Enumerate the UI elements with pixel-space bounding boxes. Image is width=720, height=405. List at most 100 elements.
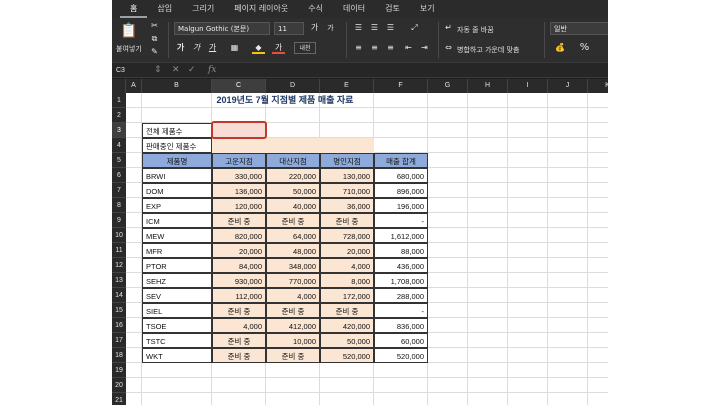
- table-cell[interactable]: 520,000: [320, 348, 374, 363]
- row-header-16[interactable]: 16: [112, 318, 126, 333]
- phonetic-button[interactable]: 내천: [294, 42, 316, 54]
- table-cell[interactable]: 4,000: [266, 288, 320, 303]
- table-cell[interactable]: 60,000: [374, 333, 428, 348]
- table-cell[interactable]: 64,000: [266, 228, 320, 243]
- row-header-12[interactable]: 12: [112, 258, 126, 273]
- row-header-10[interactable]: 10: [112, 228, 126, 243]
- align-left-icon[interactable]: ≡: [352, 42, 365, 54]
- row-header-17[interactable]: 17: [112, 333, 126, 348]
- name-box[interactable]: C3: [116, 65, 156, 76]
- cancel-icon[interactable]: ✕: [172, 64, 180, 77]
- table-cell[interactable]: 196,000: [374, 198, 428, 213]
- table-cell[interactable]: 112,000: [212, 288, 266, 303]
- table-cell[interactable]: 412,000: [266, 318, 320, 333]
- table-cell[interactable]: 930,000: [212, 273, 266, 288]
- row-header-7[interactable]: 7: [112, 183, 126, 198]
- table-cell[interactable]: 136,000: [212, 183, 266, 198]
- table-cell[interactable]: 준비 중: [212, 303, 266, 318]
- percent-style-button[interactable]: %: [578, 42, 591, 54]
- italic-button[interactable]: 가: [190, 42, 203, 54]
- cell-selling-e4[interactable]: [320, 138, 374, 153]
- table-cell[interactable]: 330,000: [212, 168, 266, 183]
- table-cell[interactable]: 준비 중: [266, 213, 320, 228]
- table-cell[interactable]: 준비 중: [320, 303, 374, 318]
- row-header-14[interactable]: 14: [112, 288, 126, 303]
- table-cell[interactable]: 120,000: [212, 198, 266, 213]
- wrap-text-button[interactable]: 자동 줄 바꿈: [457, 25, 494, 35]
- tab-0[interactable]: 홈: [120, 0, 148, 18]
- table-cell[interactable]: 520,000: [374, 348, 428, 363]
- table-cell[interactable]: 준비 중: [266, 348, 320, 363]
- table-cell[interactable]: 436,000: [374, 258, 428, 273]
- table-cell[interactable]: 88,000: [374, 243, 428, 258]
- row-header-18[interactable]: 18: [112, 348, 126, 363]
- table-cell[interactable]: 50,000: [320, 333, 374, 348]
- table-cell[interactable]: 348,000: [266, 258, 320, 273]
- tab-5[interactable]: 데이터: [333, 0, 375, 18]
- table-cell[interactable]: 172,000: [320, 288, 374, 303]
- cell-selling-products-value[interactable]: [212, 138, 266, 153]
- row-header-2[interactable]: 2: [112, 108, 126, 123]
- row-header-1[interactable]: 1: [112, 93, 126, 108]
- product-name-cell[interactable]: SEV: [142, 288, 212, 303]
- tab-3[interactable]: 페이지 레이아웃: [224, 0, 298, 18]
- merge-center-icon[interactable]: ⇔: [442, 42, 455, 54]
- product-name-cell[interactable]: SEHZ: [142, 273, 212, 288]
- table-cell[interactable]: 820,000: [212, 228, 266, 243]
- font-grow-button[interactable]: 가: [308, 22, 321, 34]
- table-cell[interactable]: 10,000: [266, 333, 320, 348]
- column-header-h[interactable]: H: [468, 79, 508, 93]
- table-cell[interactable]: 4,000: [212, 318, 266, 333]
- accounting-format-icon[interactable]: 💰: [552, 42, 568, 54]
- table-cell[interactable]: 836,000: [374, 318, 428, 333]
- wrap-text-icon[interactable]: ↵: [442, 22, 455, 34]
- table-cell[interactable]: 50,000: [266, 183, 320, 198]
- row-header-15[interactable]: 15: [112, 303, 126, 318]
- row-header-5[interactable]: 5: [112, 153, 126, 168]
- row-header-11[interactable]: 11: [112, 243, 126, 258]
- tab-2[interactable]: 그리기: [182, 0, 224, 18]
- table-cell[interactable]: 8,000: [320, 273, 374, 288]
- table-cell[interactable]: -: [374, 213, 428, 228]
- table-cell[interactable]: 준비 중: [212, 333, 266, 348]
- select-all-corner[interactable]: [112, 79, 126, 93]
- table-cell[interactable]: 770,000: [266, 273, 320, 288]
- row-header-21[interactable]: 21: [112, 393, 126, 405]
- column-header-d[interactable]: D: [266, 79, 320, 93]
- underline-button[interactable]: 가: [206, 42, 219, 54]
- align-right-icon[interactable]: ≡: [384, 42, 397, 54]
- product-name-cell[interactable]: SIEL: [142, 303, 212, 318]
- table-cell[interactable]: 220,000: [266, 168, 320, 183]
- product-name-cell[interactable]: BRWI: [142, 168, 212, 183]
- active-cell-selection[interactable]: [211, 121, 267, 139]
- table-cell[interactable]: 20,000: [320, 243, 374, 258]
- table-cell[interactable]: -: [374, 303, 428, 318]
- table-cell[interactable]: 준비 중: [212, 348, 266, 363]
- tab-6[interactable]: 검토: [375, 0, 410, 18]
- merge-center-button[interactable]: 병합하고 가운데 맞춤: [457, 45, 519, 55]
- column-header-i[interactable]: I: [508, 79, 548, 93]
- cell-selling-d4[interactable]: [266, 138, 320, 153]
- row-header-3[interactable]: 3: [112, 123, 126, 138]
- name-box-stepper-icon[interactable]: ⇕: [154, 64, 162, 77]
- row-header-4[interactable]: 4: [112, 138, 126, 153]
- table-cell[interactable]: 준비 중: [212, 213, 266, 228]
- column-header-e[interactable]: E: [320, 79, 374, 93]
- column-header-f[interactable]: F: [374, 79, 428, 93]
- tab-1[interactable]: 삽입: [147, 0, 182, 18]
- table-cell[interactable]: 728,000: [320, 228, 374, 243]
- product-name-cell[interactable]: DOM: [142, 183, 212, 198]
- align-middle-icon[interactable]: ☰: [368, 22, 381, 34]
- align-top-icon[interactable]: ☰: [352, 22, 365, 34]
- column-header-j[interactable]: J: [548, 79, 588, 93]
- row-header-13[interactable]: 13: [112, 273, 126, 288]
- row-header-8[interactable]: 8: [112, 198, 126, 213]
- table-cell[interactable]: 84,000: [212, 258, 266, 273]
- table-cell[interactable]: 680,000: [374, 168, 428, 183]
- row-header-20[interactable]: 20: [112, 378, 126, 393]
- cut-icon[interactable]: ✂: [148, 20, 161, 32]
- table-cell[interactable]: 420,000: [320, 318, 374, 333]
- paste-icon[interactable]: 📋: [120, 21, 138, 41]
- enter-icon[interactable]: ✓: [188, 64, 196, 77]
- table-cell[interactable]: 710,000: [320, 183, 374, 198]
